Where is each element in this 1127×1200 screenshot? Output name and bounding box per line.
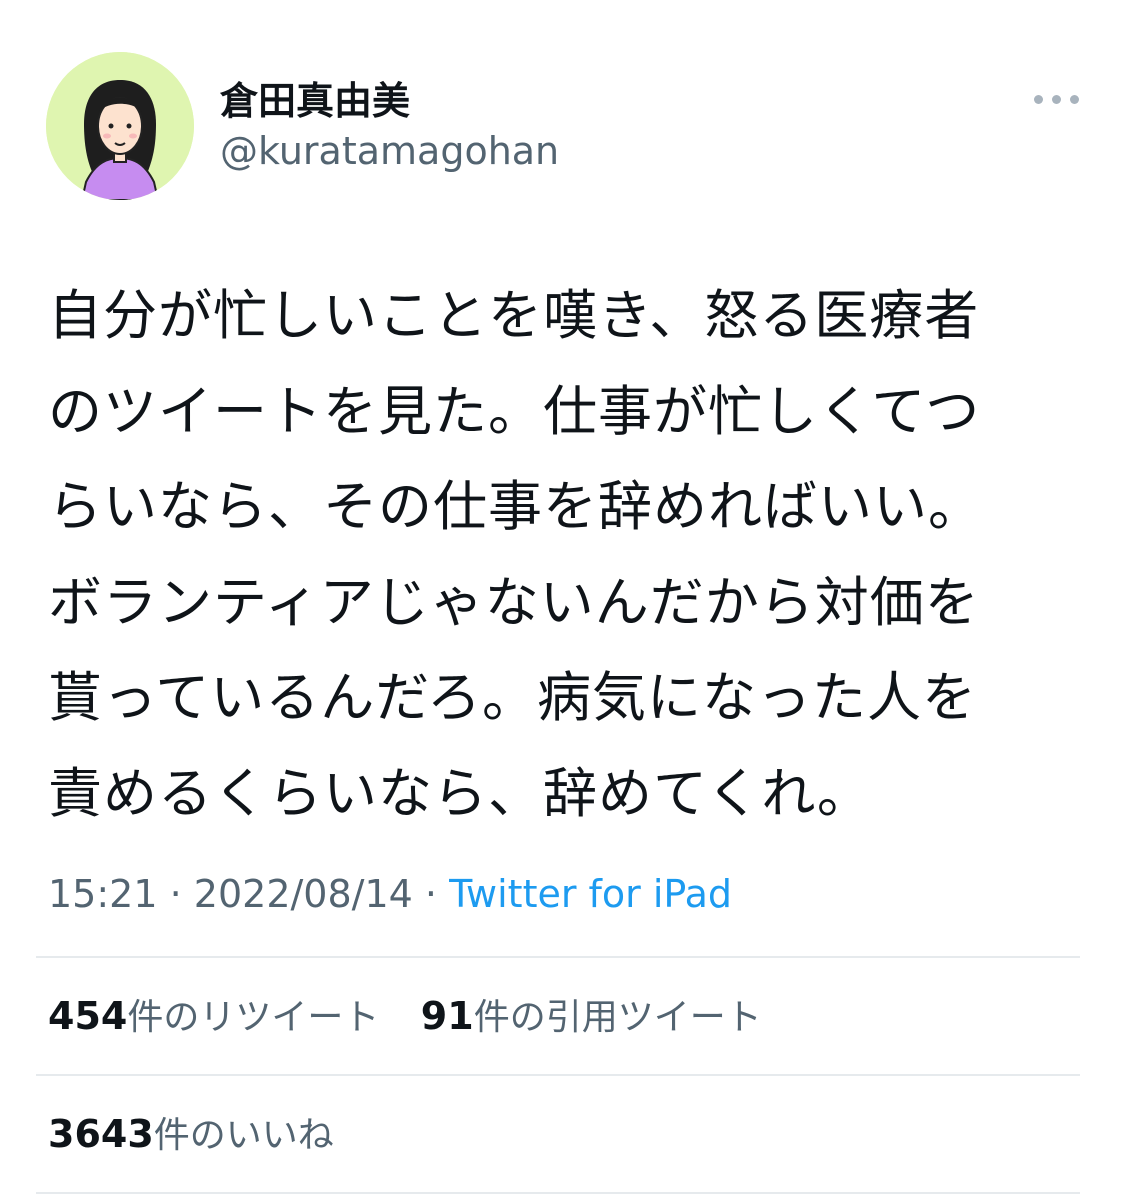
likes-stats: 3643件のいいね bbox=[48, 1110, 334, 1160]
dot bbox=[1033, 94, 1043, 104]
handle[interactable]: @kuratamagohan bbox=[220, 128, 559, 174]
meta-separator: · bbox=[424, 872, 438, 916]
avatar-illustration bbox=[46, 52, 194, 200]
quote-tweets-stat[interactable]: 91件の引用ツイート bbox=[421, 992, 762, 1042]
divider bbox=[36, 1074, 1080, 1076]
avatar[interactable] bbox=[46, 52, 194, 200]
tweet-text-line: 貰っているんだろ。病気になった人を bbox=[48, 666, 978, 729]
likes-label: 件のいいね bbox=[153, 1115, 334, 1156]
tweet-text-line: らいなら、その仕事を辞めればいい。 bbox=[48, 475, 983, 538]
tweet-text-line: のツイートを見た。仕事が忙しくてつ bbox=[48, 379, 981, 443]
likes-stat[interactable]: 3643件のいいね bbox=[48, 1110, 334, 1160]
likes-count: 3643 bbox=[48, 1112, 154, 1156]
dot bbox=[1069, 94, 1079, 104]
retweets-label: 件のリツイート bbox=[127, 997, 380, 1038]
quotes-label: 件の引用ツイート bbox=[473, 997, 762, 1038]
share-stats: 454件のリツイート 91件の引用ツイート bbox=[48, 992, 762, 1042]
tweet-text-line: 自分が忙しいことを嘆き、怒る医療者 bbox=[48, 284, 980, 347]
meta-separator: · bbox=[169, 872, 182, 916]
tweet-source-link[interactable]: Twitter for iPad bbox=[449, 872, 732, 916]
tweet-text-line: ボランティアじゃないんだから対価を bbox=[48, 570, 980, 634]
divider bbox=[36, 1192, 1080, 1194]
retweets-count: 454 bbox=[48, 994, 128, 1038]
tweet-text-line: 責めるくらいなら、辞めてくれ。 bbox=[48, 761, 872, 825]
tweet-text: 自分が忙しいことを嘆き、怒る医療者 のツイートを見た。仕事が忙しくてつ らいなら… bbox=[48, 268, 1088, 841]
more-options-icon[interactable] bbox=[1026, 84, 1086, 114]
tweet-meta: 15:21 · 2022/08/14 · Twitter for iPad bbox=[48, 870, 732, 918]
retweets-stat[interactable]: 454件のリツイート bbox=[48, 992, 379, 1042]
tweet-date[interactable]: 2022/08/14 bbox=[194, 872, 413, 916]
quotes-count: 91 bbox=[420, 994, 474, 1038]
dot bbox=[1051, 94, 1061, 104]
tweet-time[interactable]: 15:21 bbox=[48, 872, 158, 916]
divider bbox=[36, 956, 1080, 958]
tweet: 倉田真由美 @kuratamagohan 自分が忙しいことを嘆き、怒る医療者 の… bbox=[0, 0, 1127, 1200]
display-name[interactable]: 倉田真由美 bbox=[220, 78, 410, 124]
